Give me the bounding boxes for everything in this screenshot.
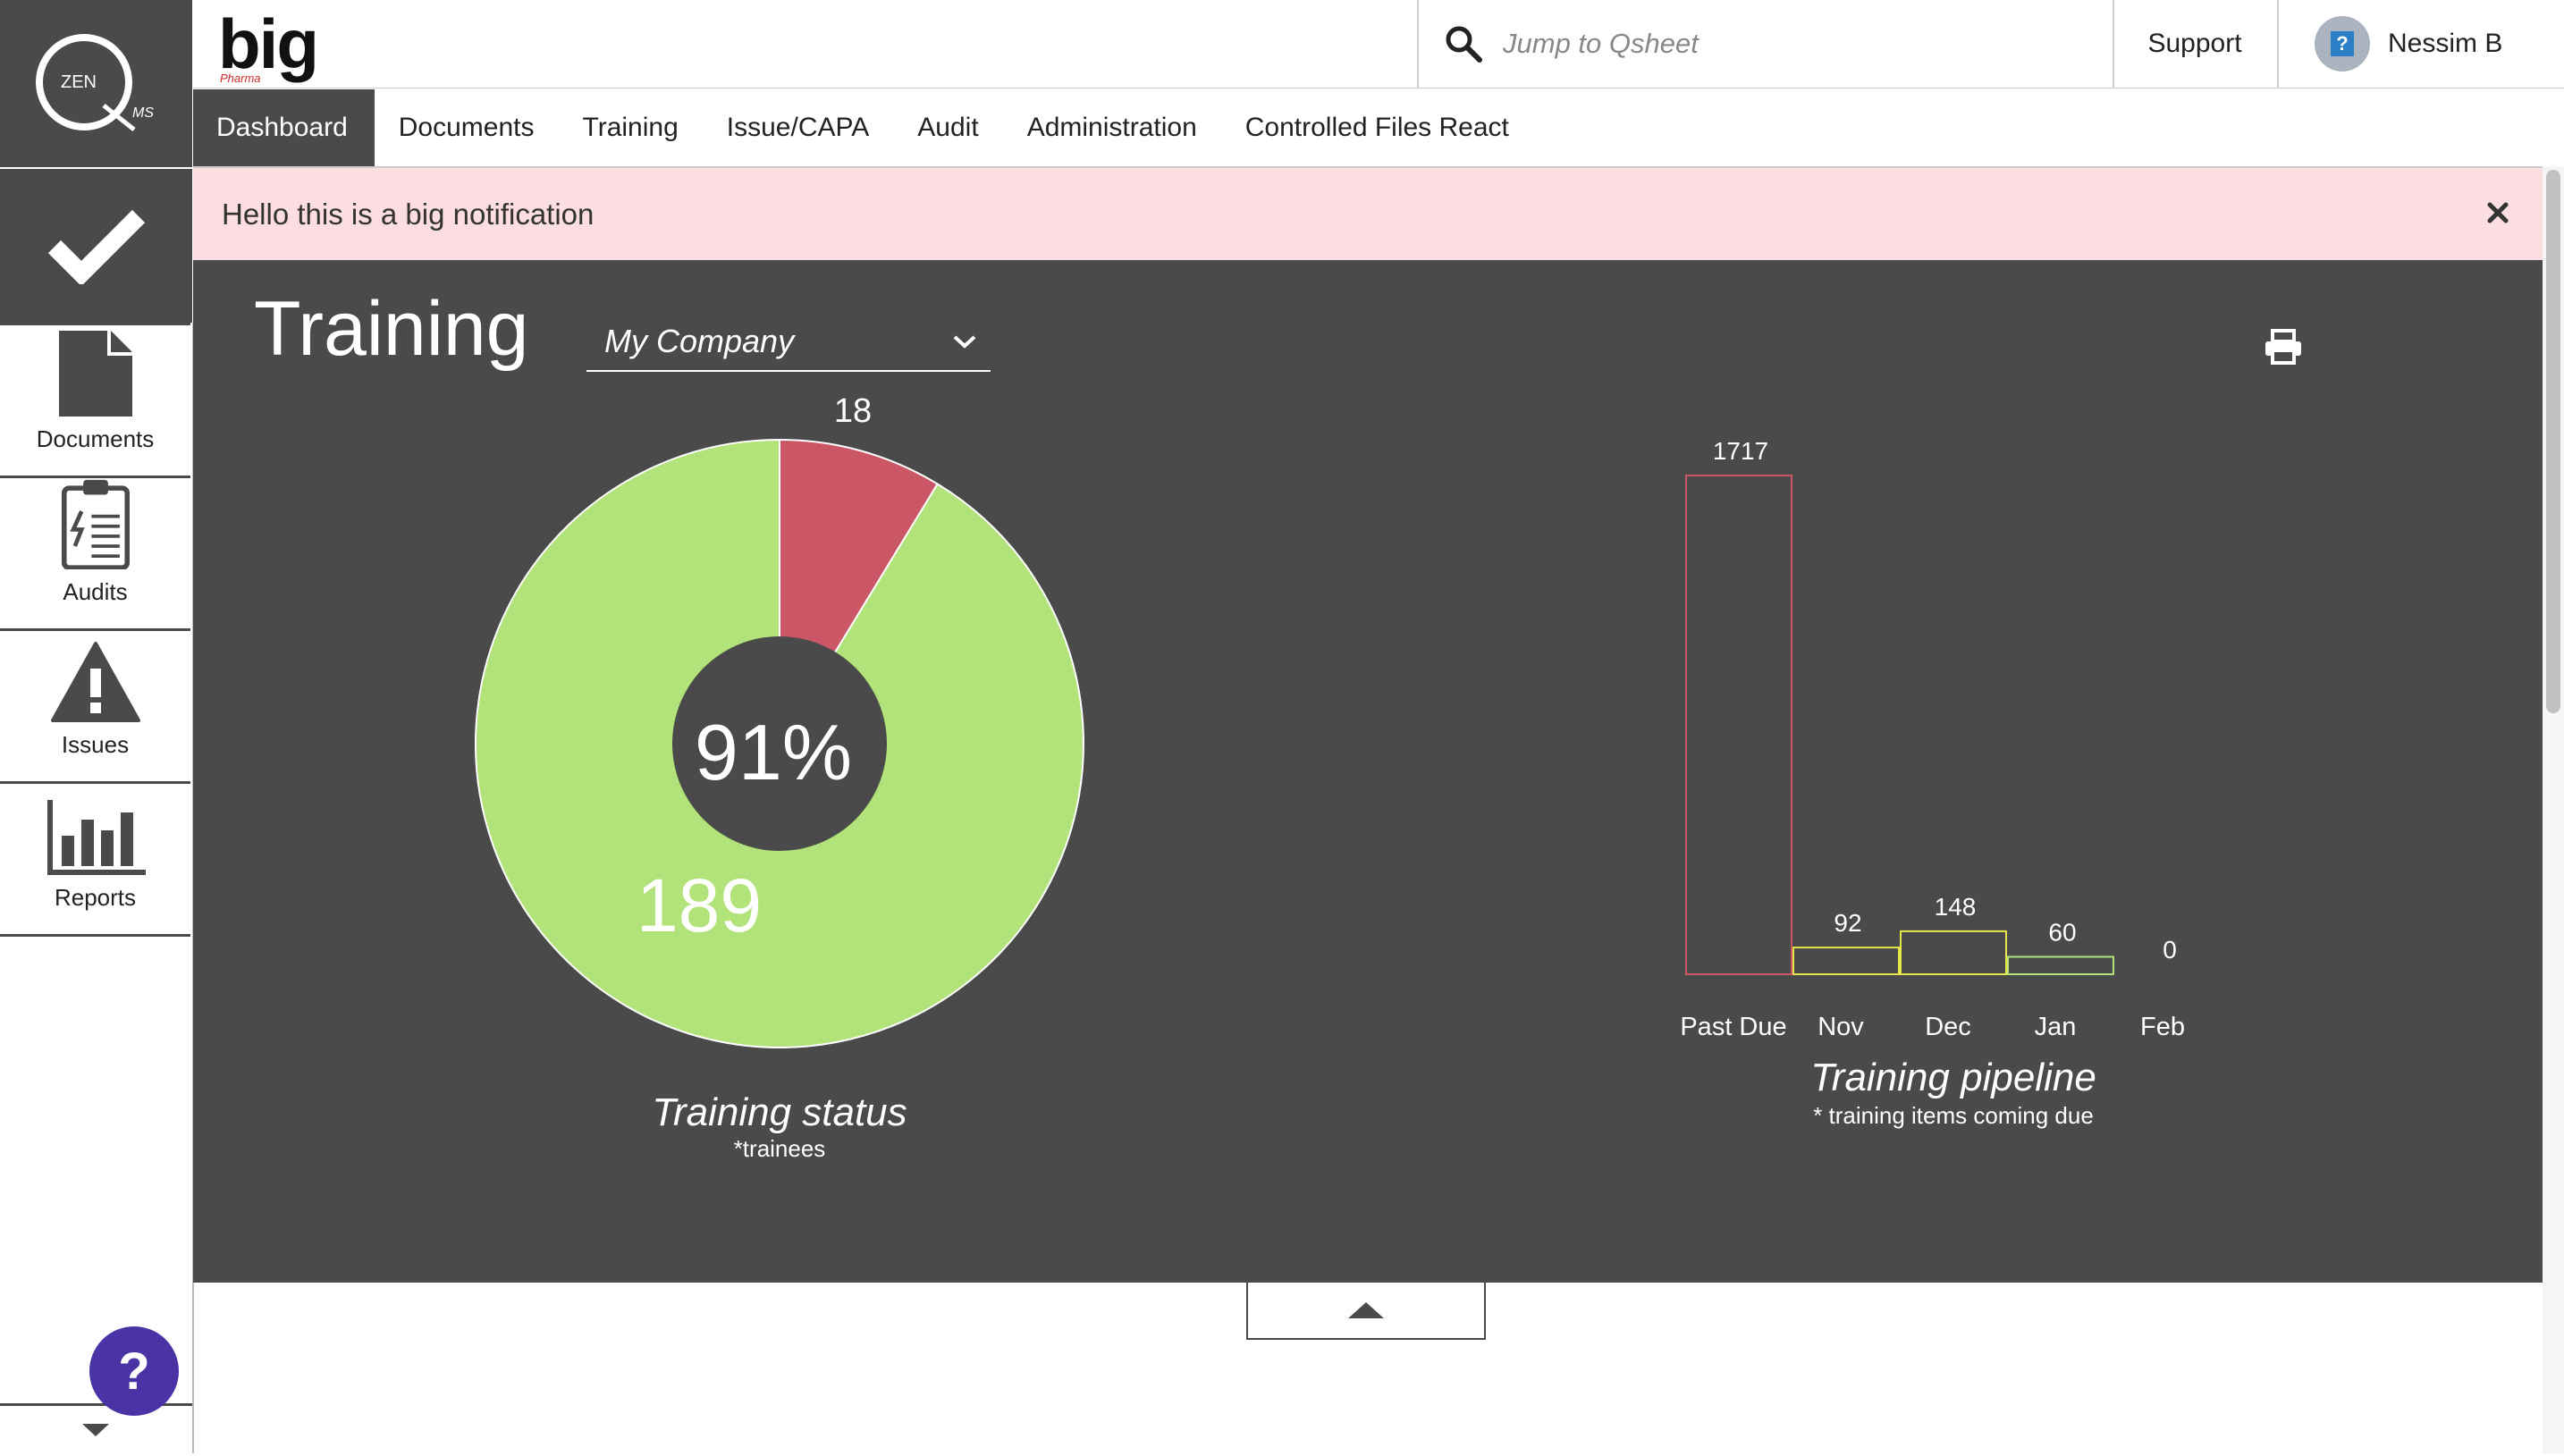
scrollbar-thumb[interactable] [2546,170,2560,713]
bar-chart-title: Training pipeline [1810,1056,2096,1099]
user-name: Nessim B [2388,29,2503,58]
bar-value-label: 1717 [1713,437,1768,465]
logo-text: ZEN [61,72,97,92]
chevron-down-icon [953,335,976,349]
sidebar-item-label: Documents [36,425,155,452]
bar-value-label: 0 [2163,936,2177,964]
bar-chart-icon [46,800,146,875]
training-status-chart: 91% 18 189 Training status *trainees [475,392,1084,1162]
avatar-glyph: ? [2331,31,2354,56]
user-menu[interactable]: ? Nessim B [2279,0,2564,88]
sidebar-expand[interactable] [0,1403,192,1456]
brand-sub: Pharma [220,72,261,85]
company-select[interactable]: My Company [586,313,991,372]
sidebar-item-label: Issues [61,731,130,758]
zen-logo-icon: ZEN MS [36,34,154,131]
bar[interactable] [1792,947,1900,975]
logo[interactable]: ZEN MS [0,0,192,169]
sidebar-item-label: Reports [54,884,137,911]
collapse-panel-button[interactable] [1246,1283,1486,1340]
company-select-value: My Company [604,323,795,359]
bar-value-label: 60 [2048,919,2076,947]
notification-text: Hello this is a big notification [222,197,595,231]
bar-category-label: Feb [2140,1013,2185,1041]
bar-value-label: 148 [1935,893,1977,921]
bar-value-label: 92 [1834,909,1861,937]
caret-down-icon [82,1424,109,1436]
tab-issue-capa[interactable]: Issue/CAPA [703,89,894,166]
sidebar-divider [0,934,190,956]
notification-close-button[interactable] [2478,193,2518,232]
bar[interactable] [1900,930,2007,976]
bar-chart-subtitle: * training items coming due [1813,1102,2094,1129]
sidebar-item-issues[interactable]: Issues [0,628,190,778]
bar-category-label: Past Due [1680,1013,1786,1041]
pie-center-label: 91% [695,708,852,796]
bar-category-label: Jan [2035,1013,2077,1041]
pie-chart-subtitle: *trainees [734,1135,826,1162]
search-bar[interactable] [1417,0,2114,88]
help-button[interactable]: ? [89,1326,179,1416]
close-icon [2487,202,2509,223]
support-link[interactable]: Support [2113,0,2279,88]
tab-controlled-files-react[interactable]: Controlled Files React [1221,89,1533,166]
bar[interactable] [1685,475,1792,975]
clipboard-icon [61,479,130,569]
bar-category-label: Dec [1925,1013,1971,1041]
sidebar-item-reports[interactable]: Reports [0,781,190,931]
caret-up-icon [1348,1302,1384,1318]
notification-banner: Hello this is a big notification [193,168,2543,260]
document-icon [58,331,132,417]
sidebar-item-label: Audits [63,578,128,605]
main-nav: Dashboard Documents Training Issue/CAPA … [193,89,2564,168]
tab-administration[interactable]: Administration [1003,89,1221,166]
panel-title: Training [254,286,529,372]
pie-chart-title: Training status [652,1090,907,1134]
bar-category-label: Nov [1818,1013,1864,1041]
search-input[interactable] [1501,27,2077,61]
print-button[interactable] [2264,329,2303,369]
brand-name: big [218,4,319,83]
tab-audit[interactable]: Audit [893,89,1002,166]
sidebar-item-documents[interactable]: Documents [0,323,190,473]
printer-icon [2265,329,2301,365]
bar[interactable] [2007,955,2114,975]
tab-dashboard[interactable]: Dashboard [193,89,375,166]
pie-slice-label: 18 [834,392,872,430]
avatar: ? [2315,16,2370,72]
tab-documents[interactable]: Documents [375,89,559,166]
sidebar: Documents Audits Issues Reports [0,323,194,1453]
search-icon [1446,26,1482,63]
approvals-button[interactable] [0,169,192,323]
logo-sub: MS [132,105,154,121]
training-pipeline-chart: 1717 Past Due 92 Nov 148 Dec 60 Jan 0 Feb Trainin… [1680,437,2185,1129]
tab-training[interactable]: Training [559,89,703,166]
sidebar-item-audits[interactable]: Audits [0,476,190,626]
checkmark-icon [47,209,145,284]
pie-slice-label: 189 [637,863,762,947]
warning-icon [50,642,140,722]
